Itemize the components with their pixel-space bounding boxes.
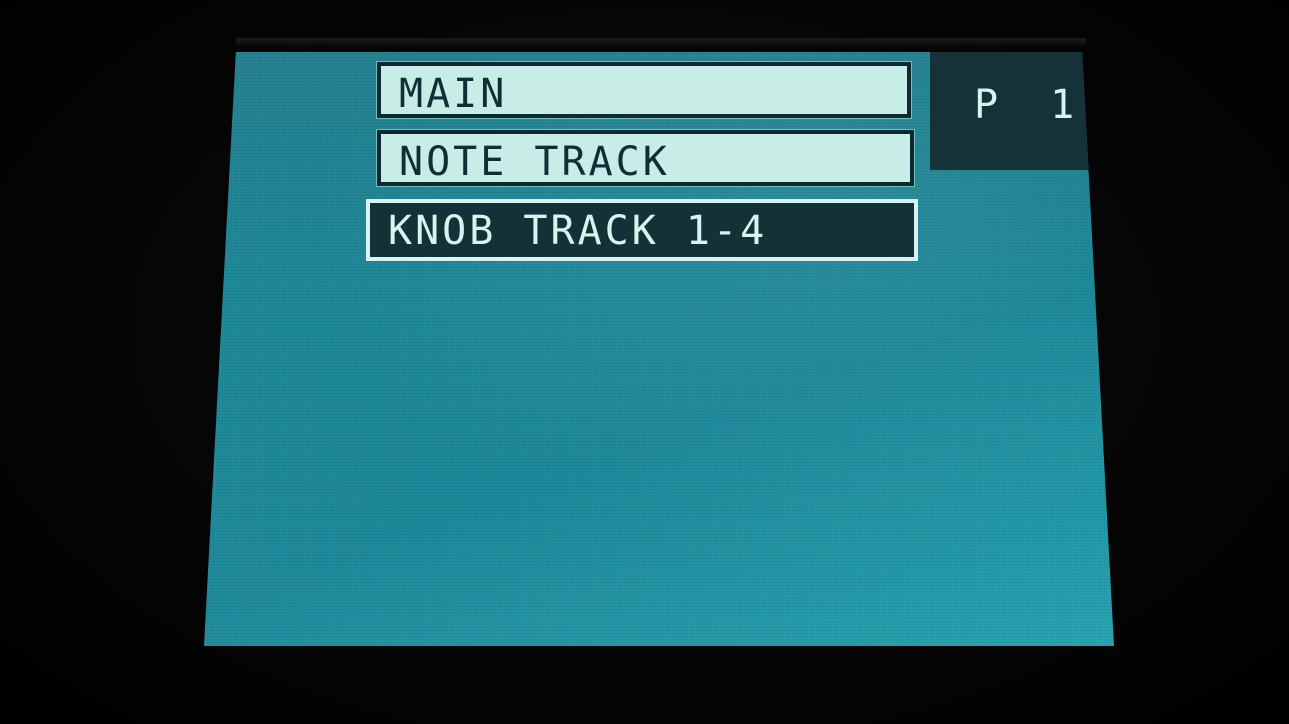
screen-bezel	[236, 38, 1086, 46]
menu-item-knob-track-1-4[interactable]: KNOB TRACK 1-4	[366, 199, 918, 261]
page-indicator: P 1	[930, 52, 1114, 170]
device-display-frame: MAIN NOTE TRACK KNOB TRACK 1-4 P 1	[0, 0, 1289, 724]
menu-item-note-track[interactable]: NOTE TRACK	[376, 129, 915, 187]
lcd-screen: MAIN NOTE TRACK KNOB TRACK 1-4 P 1	[204, 52, 1114, 646]
menu-item-main[interactable]: MAIN	[376, 61, 912, 119]
